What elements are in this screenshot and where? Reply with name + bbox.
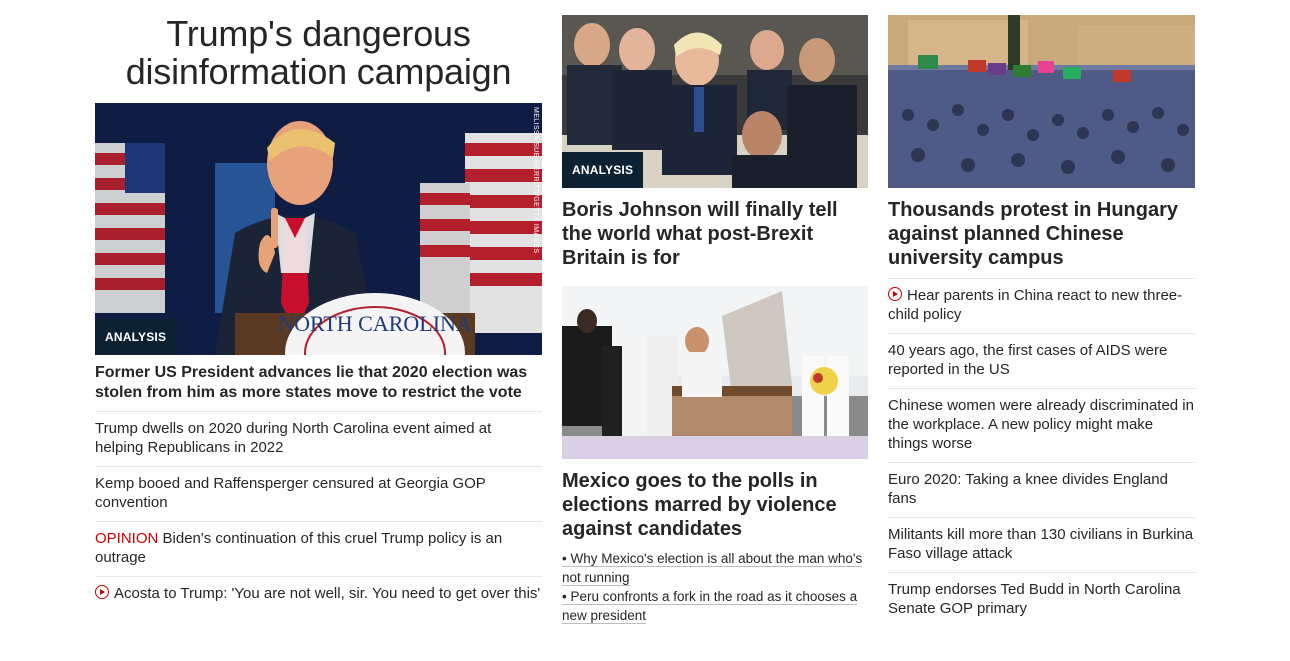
list-item[interactable]: • Why Mexico's election is all about the… (562, 549, 868, 587)
link-text[interactable]: Acosta to Trump: 'You are not well, sir.… (114, 585, 540, 602)
related-links: Trump dwells on 2020 during North Caroli… (95, 411, 542, 612)
link-text[interactable]: Trump endorses Ted Budd in North Carolin… (888, 581, 1181, 617)
link-text[interactable]: • Why Mexico's election is all about the… (562, 551, 863, 586)
analysis-badge: ANALYSIS (562, 152, 644, 188)
link-text[interactable]: Militants kill more than 130 civilians i… (888, 526, 1193, 562)
related-links: Hear parents in China react to new three… (888, 278, 1195, 627)
link-text[interactable]: 40 years ago, the first cases of AIDS we… (888, 342, 1167, 378)
list-item[interactable]: Chinese women were already discriminated… (888, 388, 1195, 462)
hungary-headline[interactable]: Thousands protest in Hungary against pla… (888, 198, 1195, 270)
play-circle-icon (95, 585, 109, 599)
list-item[interactable]: Euro 2020: Taking a knee divides England… (888, 462, 1195, 517)
play-circle-icon (888, 287, 902, 301)
list-item[interactable]: OPINION Biden's continuation of this cru… (95, 521, 542, 576)
mexico-image[interactable] (562, 286, 868, 459)
list-item[interactable]: Trump dwells on 2020 during North Caroli… (95, 411, 542, 466)
list-item[interactable]: 40 years ago, the first cases of AIDS we… (888, 333, 1195, 388)
link-text[interactable]: Euro 2020: Taking a knee divides England… (888, 471, 1168, 507)
link-text[interactable]: Kemp booed and Raffensperger censured at… (95, 475, 486, 511)
list-item[interactable]: • Peru confronts a fork in the road as i… (562, 587, 868, 625)
right-column: Thousands protest in Hungary against pla… (888, 15, 1195, 627)
podium-text: NORTH CAROLINA (278, 311, 472, 336)
mexico-headline[interactable]: Mexico goes to the polls in elections ma… (562, 469, 868, 541)
image-credit: MELISSA SUE GERRITS/GETTY IMAGES (532, 107, 539, 254)
link-text[interactable]: Trump dwells on 2020 during North Caroli… (95, 420, 491, 456)
opinion-label: OPINION (95, 530, 159, 547)
trump-photo: NORTH CAROLINA (95, 103, 542, 355)
link-text[interactable]: Chinese women were already discriminated… (888, 397, 1194, 452)
hungary-protest-image[interactable] (888, 15, 1195, 188)
middle-column: ANALYSIS Boris Johnson will finally tell… (562, 15, 868, 625)
link-text[interactable]: Hear parents in China react to new three… (888, 287, 1182, 323)
protest-photo (888, 15, 1195, 188)
list-item[interactable]: Kemp booed and Raffensperger censured at… (95, 466, 542, 521)
trump-image[interactable]: NORTH CAROLINA MELISSA SUE GERRITS/GETTY… (95, 103, 542, 355)
list-item[interactable]: Acosta to Trump: 'You are not well, sir.… (95, 576, 542, 612)
boris-johnson-image[interactable]: ANALYSIS (562, 15, 868, 188)
lead-story-column: Trump's dangerous disinformation campaig… (95, 15, 542, 612)
coffin-photo (562, 286, 868, 459)
list-item[interactable]: Trump endorses Ted Budd in North Carolin… (888, 572, 1195, 627)
list-item[interactable]: Hear parents in China react to new three… (888, 278, 1195, 333)
link-text[interactable]: • Peru confronts a fork in the road as i… (562, 589, 858, 624)
boris-headline[interactable]: Boris Johnson will finally tell the worl… (562, 198, 868, 270)
list-item[interactable]: Militants kill more than 130 civilians i… (888, 517, 1195, 572)
lead-headline[interactable]: Former US President advances lie that 20… (95, 363, 542, 411)
related-bullets: • Why Mexico's election is all about the… (562, 549, 868, 625)
hero-title[interactable]: Trump's dangerous disinformation campaig… (95, 15, 542, 91)
analysis-badge: ANALYSIS (95, 319, 177, 355)
